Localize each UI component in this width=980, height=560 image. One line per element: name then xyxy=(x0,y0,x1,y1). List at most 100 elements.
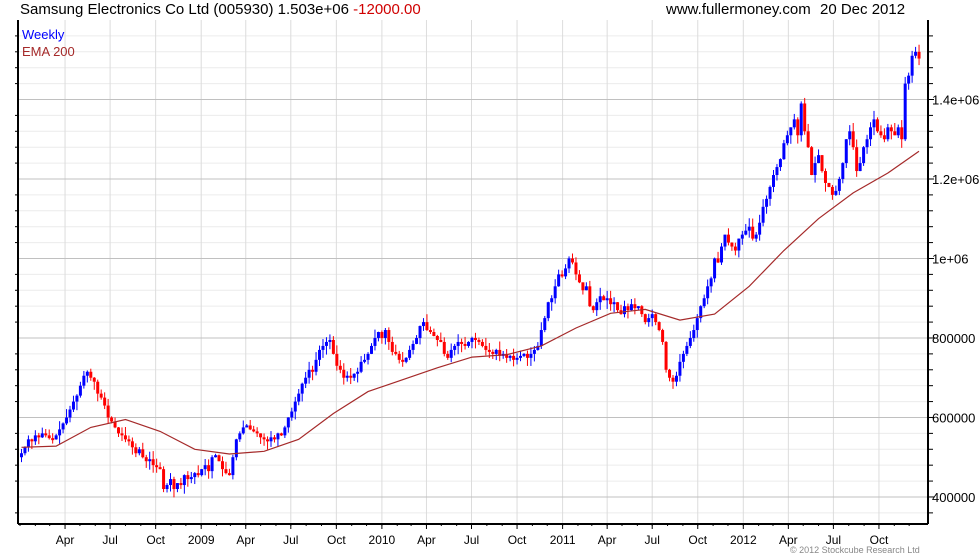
y-tick-label: 1e+06 xyxy=(932,251,969,266)
candle xyxy=(668,368,672,382)
candle-body xyxy=(595,302,599,311)
candle xyxy=(397,350,401,364)
candle-body xyxy=(428,330,432,333)
candle xyxy=(380,330,384,344)
candle-body xyxy=(882,135,886,140)
candle-body xyxy=(231,457,235,476)
candle-body xyxy=(307,369,311,378)
candle-body xyxy=(636,306,640,309)
candle xyxy=(283,425,287,439)
candle xyxy=(40,427,44,439)
candle-body xyxy=(869,127,873,140)
candle-body xyxy=(844,139,848,164)
candle xyxy=(217,454,221,462)
y-tick-label: 1.2e+06 xyxy=(932,172,979,187)
candle xyxy=(803,97,807,135)
candle xyxy=(792,113,796,130)
candle-body xyxy=(723,234,727,247)
candle-body xyxy=(328,339,332,342)
candle-body xyxy=(564,268,568,277)
candle-body xyxy=(248,425,252,430)
candle xyxy=(61,422,65,434)
candle xyxy=(799,101,803,142)
candle-body xyxy=(449,349,453,358)
candle xyxy=(241,420,245,435)
candle xyxy=(817,149,821,164)
candle xyxy=(207,459,211,479)
candle-body xyxy=(435,335,439,340)
candle-body xyxy=(155,465,159,468)
candle xyxy=(324,337,328,355)
candle-body xyxy=(570,258,574,263)
candle xyxy=(564,264,568,280)
candle xyxy=(699,305,703,323)
x-tick-label: Apr xyxy=(417,533,436,547)
candle xyxy=(647,313,651,327)
candle xyxy=(106,398,110,424)
candle xyxy=(844,138,848,169)
candle xyxy=(855,139,859,177)
candle xyxy=(193,472,197,485)
candle xyxy=(702,294,706,309)
candle-body xyxy=(605,298,609,301)
candle xyxy=(567,256,571,273)
candle-body xyxy=(85,371,89,376)
candle xyxy=(529,347,533,366)
candle-body xyxy=(751,226,755,239)
candle xyxy=(865,134,869,154)
candle xyxy=(33,430,37,445)
candle-body xyxy=(525,353,529,358)
candle-body xyxy=(71,401,75,410)
candle xyxy=(141,442,145,459)
candle xyxy=(78,381,82,398)
candle xyxy=(123,427,127,443)
x-tick-label: Jul xyxy=(645,533,660,547)
candle-body xyxy=(255,431,259,434)
candle xyxy=(713,257,717,283)
candle-body xyxy=(730,242,734,247)
candle-body xyxy=(363,359,367,362)
candle xyxy=(744,223,748,236)
candle-body xyxy=(830,186,834,195)
candle-body xyxy=(179,483,183,486)
candle xyxy=(404,357,408,364)
candle xyxy=(543,315,547,333)
candle xyxy=(862,146,866,166)
candle-body xyxy=(557,274,561,287)
candle-body xyxy=(473,337,477,340)
candle xyxy=(58,421,62,444)
candle xyxy=(616,302,620,313)
candle xyxy=(546,301,550,322)
candle-body xyxy=(103,397,107,406)
candle xyxy=(671,374,675,389)
candle-body xyxy=(519,355,523,358)
candle xyxy=(716,251,720,264)
candle-body xyxy=(661,330,665,342)
candle-body xyxy=(553,286,557,299)
candle xyxy=(473,332,477,349)
candle-body xyxy=(19,453,23,458)
candle xyxy=(224,461,228,475)
candle-body xyxy=(903,83,907,140)
candle-body xyxy=(581,282,585,291)
candle xyxy=(519,350,523,362)
candle-body xyxy=(574,262,578,275)
candle xyxy=(612,297,616,313)
candle-body xyxy=(622,306,626,315)
candle xyxy=(293,396,297,420)
candle xyxy=(89,368,93,381)
candle-body xyxy=(175,483,179,490)
candle xyxy=(581,282,585,295)
candle-body xyxy=(484,345,488,350)
candle-body xyxy=(193,473,197,478)
candle xyxy=(259,433,263,444)
candle-body xyxy=(674,375,678,382)
candle-body xyxy=(349,375,353,378)
legend-ema: EMA 200 xyxy=(22,44,75,59)
candle xyxy=(342,363,346,385)
x-tick-label: Oct xyxy=(327,533,346,547)
candle-body xyxy=(130,441,134,448)
candle xyxy=(789,127,793,144)
candle xyxy=(512,348,516,367)
candle xyxy=(318,345,322,366)
